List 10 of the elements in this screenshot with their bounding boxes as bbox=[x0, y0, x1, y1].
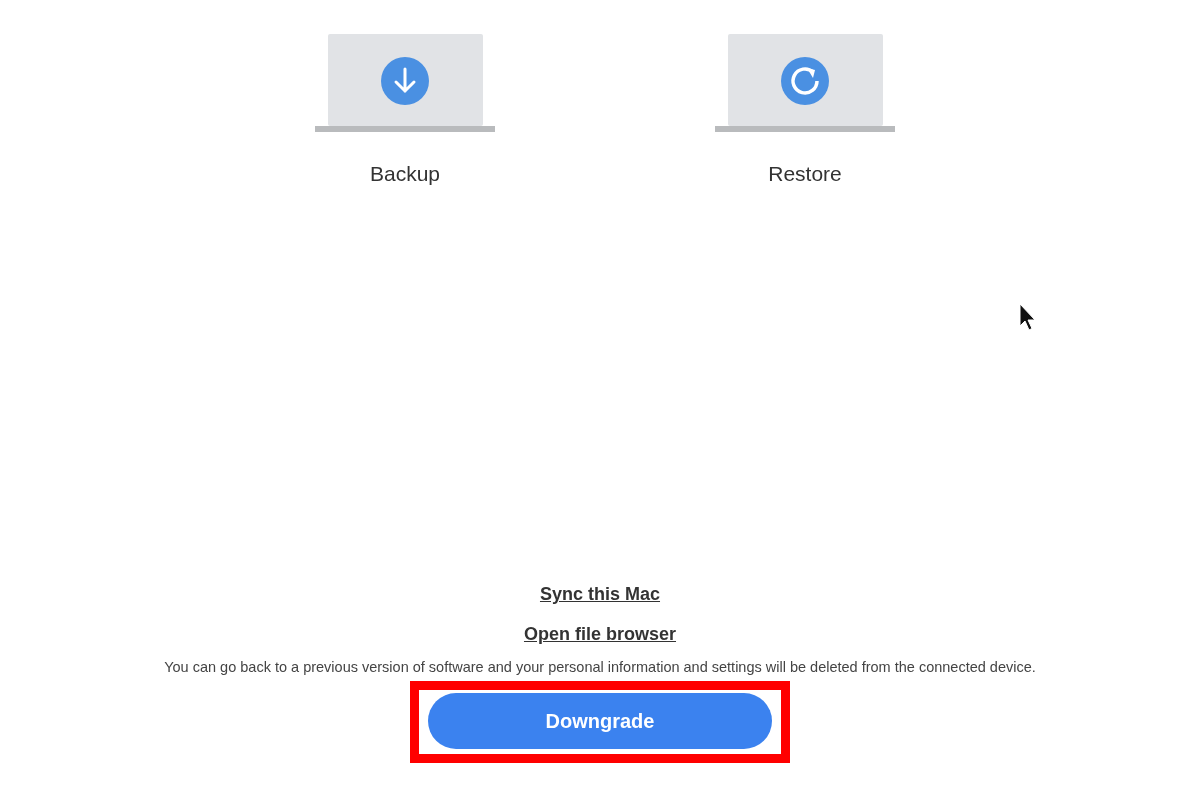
option-label[interactable]: Backup bbox=[369, 162, 440, 186]
download-icon bbox=[381, 57, 429, 105]
option-label[interactable]: Restore bbox=[768, 162, 842, 186]
text-link[interactable]: Sync this Mac bbox=[539, 584, 660, 605]
notice-text: You can go back to a previous version of software and your personal information and settings will be deleted from the connected device. bbox=[164, 659, 1036, 675]
laptop-drawing[interactable] bbox=[715, 34, 895, 134]
laptop-drawing[interactable] bbox=[315, 34, 495, 134]
downgrade-button[interactable]: Downgrade bbox=[428, 693, 772, 749]
text-link[interactable]: Open file browser bbox=[523, 624, 676, 645]
restore-icon bbox=[781, 57, 829, 105]
